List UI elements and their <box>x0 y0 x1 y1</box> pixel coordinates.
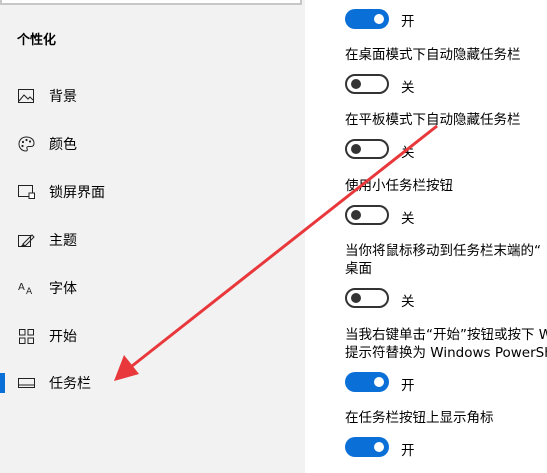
powershell-toggle[interactable] <box>345 372 389 392</box>
theme-icon <box>16 230 36 250</box>
nav-item-colors[interactable]: 颜色 <box>0 120 305 168</box>
toggle-knob <box>374 14 384 24</box>
taskbar-settings-panel: 开 在桌面模式下自动隐藏任务栏 关 在平板模式下自动隐藏任务栏 关 使用小任务栏… <box>305 0 547 473</box>
taskbar-icon <box>16 373 36 393</box>
toggle-state: 关 <box>401 80 415 96</box>
toggle-knob <box>374 377 384 387</box>
toggle-knob <box>351 144 361 154</box>
nav-item-lock-screen[interactable]: 锁屏界面 <box>0 168 305 216</box>
setting-label: 当我右键单击“开始”按钮或按下 W <box>345 327 547 343</box>
lock-screen-icon <box>16 182 36 202</box>
setting-label: 使用小任务栏按钮 <box>345 178 453 194</box>
nav-item-taskbar[interactable]: 任务栏 <box>0 359 305 407</box>
search-box-edge[interactable] <box>0 0 302 5</box>
nav-label: 任务栏 <box>49 376 91 392</box>
toggle-knob <box>351 79 361 89</box>
toggle-knob <box>374 442 384 452</box>
nav-label: 主题 <box>49 233 77 249</box>
setting-label: 当你将鼠标移动到任务栏末端的“ <box>345 243 541 259</box>
badges-toggle[interactable] <box>345 437 389 457</box>
toggle-state: 开 <box>401 14 415 30</box>
toggle-state: 关 <box>401 145 415 161</box>
autohide-tablet-toggle[interactable] <box>345 139 389 159</box>
font-icon: AA <box>16 278 36 298</box>
settings-sidebar: 个性化 背景 颜色 锁屏界面 主题 AA 字体 开始 任务栏 <box>0 0 305 473</box>
setting-label: 在平板模式下自动隐藏任务栏 <box>345 112 521 128</box>
nav-item-fonts[interactable]: AA 字体 <box>0 264 305 312</box>
start-icon <box>16 326 36 346</box>
toggle-state: 关 <box>401 294 415 310</box>
nav-label: 字体 <box>49 281 77 297</box>
peek-toggle[interactable] <box>345 288 389 308</box>
setting-label: 在桌面模式下自动隐藏任务栏 <box>345 47 521 63</box>
section-title: 个性化 <box>17 33 57 48</box>
svg-text:A: A <box>26 287 33 295</box>
setting-label-line2: 提示符替换为 Windows PowerSh <box>345 345 547 361</box>
toggle-knob <box>351 293 361 303</box>
small-buttons-toggle[interactable] <box>345 205 389 225</box>
nav-label: 锁屏界面 <box>49 185 105 201</box>
nav-label: 开始 <box>49 329 77 345</box>
setting-label: 在任务栏按钮上显示角标 <box>345 410 494 426</box>
palette-icon <box>16 134 36 154</box>
nav-label: 背景 <box>49 89 77 105</box>
nav-item-background[interactable]: 背景 <box>0 72 305 120</box>
svg-text:A: A <box>18 282 25 293</box>
toggle-knob <box>351 210 361 220</box>
lock-taskbar-toggle[interactable] <box>345 9 389 29</box>
toggle-state: 关 <box>401 211 415 227</box>
nav-item-start[interactable]: 开始 <box>0 312 305 360</box>
nav-item-themes[interactable]: 主题 <box>0 216 305 264</box>
setting-label-line2: 桌面 <box>345 261 372 277</box>
toggle-state: 开 <box>401 378 415 394</box>
autohide-desktop-toggle[interactable] <box>345 74 389 94</box>
picture-icon <box>16 86 36 106</box>
nav-label: 颜色 <box>49 137 77 153</box>
toggle-state: 开 <box>401 443 415 459</box>
